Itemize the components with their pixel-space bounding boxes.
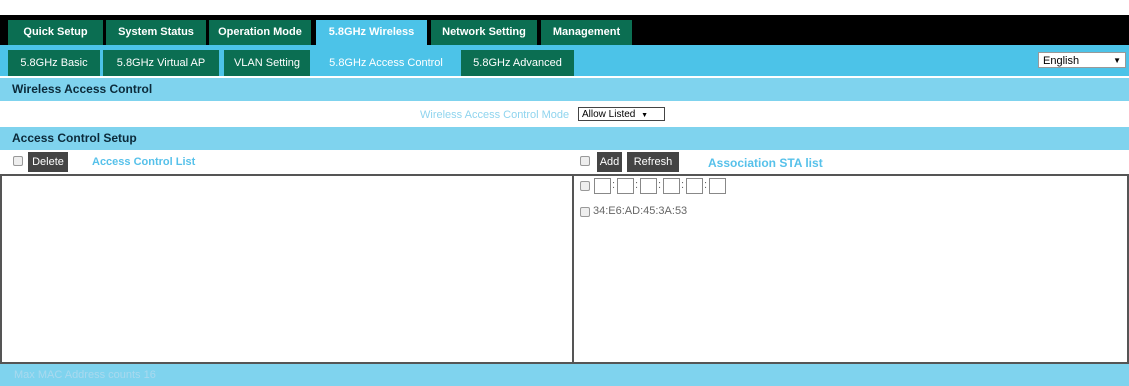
mac-octet-2-input[interactable]	[617, 178, 634, 194]
sta-list-item: 34:E6:AD:45:3A:53	[593, 205, 688, 217]
colon-separator: :	[635, 179, 639, 191]
access-control-list-panel	[0, 174, 574, 364]
mac-entry-checkbox[interactable]	[580, 181, 590, 191]
tab-network-setting[interactable]: Network Setting	[431, 20, 537, 45]
dropdown-arrow-icon: ▼	[641, 112, 649, 119]
tab-vlan-setting[interactable]: VLAN Setting	[224, 50, 310, 76]
mac-octet-3-input[interactable]	[640, 178, 657, 194]
mode-label: Wireless Access Control Mode	[420, 109, 570, 121]
acl-title: Access Control List	[92, 156, 196, 168]
colon-separator: :	[658, 179, 662, 191]
max-mac-count-text: Max MAC Address counts 16	[14, 369, 156, 381]
sta-item-checkbox[interactable]	[580, 207, 590, 217]
dropdown-arrow-icon: ▼	[1113, 56, 1121, 65]
acl-select-all-checkbox[interactable]	[13, 156, 23, 166]
association-sta-panel	[572, 174, 1129, 364]
colon-separator: :	[612, 179, 616, 191]
sub-nav: 5.8GHz Basic 5.8GHz Virtual AP VLAN Sett…	[0, 45, 1129, 76]
delete-button[interactable]: Delete	[28, 152, 68, 172]
tab-management[interactable]: Management	[541, 20, 632, 45]
footer-bar: Max MAC Address counts 16	[0, 364, 1129, 386]
sta-title: Association STA list	[708, 156, 823, 170]
sta-header: Add Refresh Association STA list	[573, 150, 1129, 174]
wireless-access-control-header: Wireless Access Control	[0, 78, 1129, 101]
tab-5-8ghz-advanced[interactable]: 5.8GHz Advanced	[461, 50, 574, 76]
tab-quick-setup[interactable]: Quick Setup	[8, 20, 103, 45]
mac-octet-4-input[interactable]	[663, 178, 680, 194]
mac-octet-1-input[interactable]	[594, 178, 611, 194]
mode-value: Allow Listed	[582, 109, 636, 120]
main-nav: Quick Setup System Status Operation Mode…	[0, 15, 1129, 45]
tab-5-8ghz-wireless[interactable]: 5.8GHz Wireless	[316, 20, 427, 45]
mac-octet-6-input[interactable]	[709, 178, 726, 194]
colon-separator: :	[681, 179, 685, 191]
tab-operation-mode[interactable]: Operation Mode	[209, 20, 311, 45]
tab-system-status[interactable]: System Status	[106, 20, 206, 45]
tab-5-8ghz-basic[interactable]: 5.8GHz Basic	[8, 50, 100, 76]
mac-octet-5-input[interactable]	[686, 178, 703, 194]
access-control-mode-row: Wireless Access Control Mode Allow Liste…	[0, 101, 1129, 127]
acl-header: Delete Access Control List	[0, 150, 573, 174]
mode-select[interactable]: Allow Listed ▼	[578, 107, 665, 121]
refresh-button[interactable]: Refresh	[627, 152, 679, 172]
access-control-setup-header: Access Control Setup	[0, 127, 1129, 150]
colon-separator: :	[704, 179, 708, 191]
language-value: English	[1043, 55, 1080, 67]
language-select[interactable]: English ▼	[1038, 52, 1126, 68]
add-button[interactable]: Add	[597, 152, 622, 172]
tab-5-8ghz-access-control[interactable]: 5.8GHz Access Control	[316, 50, 456, 76]
sta-select-all-checkbox[interactable]	[580, 156, 590, 166]
tab-5-8ghz-virtual-ap[interactable]: 5.8GHz Virtual AP	[103, 50, 219, 76]
